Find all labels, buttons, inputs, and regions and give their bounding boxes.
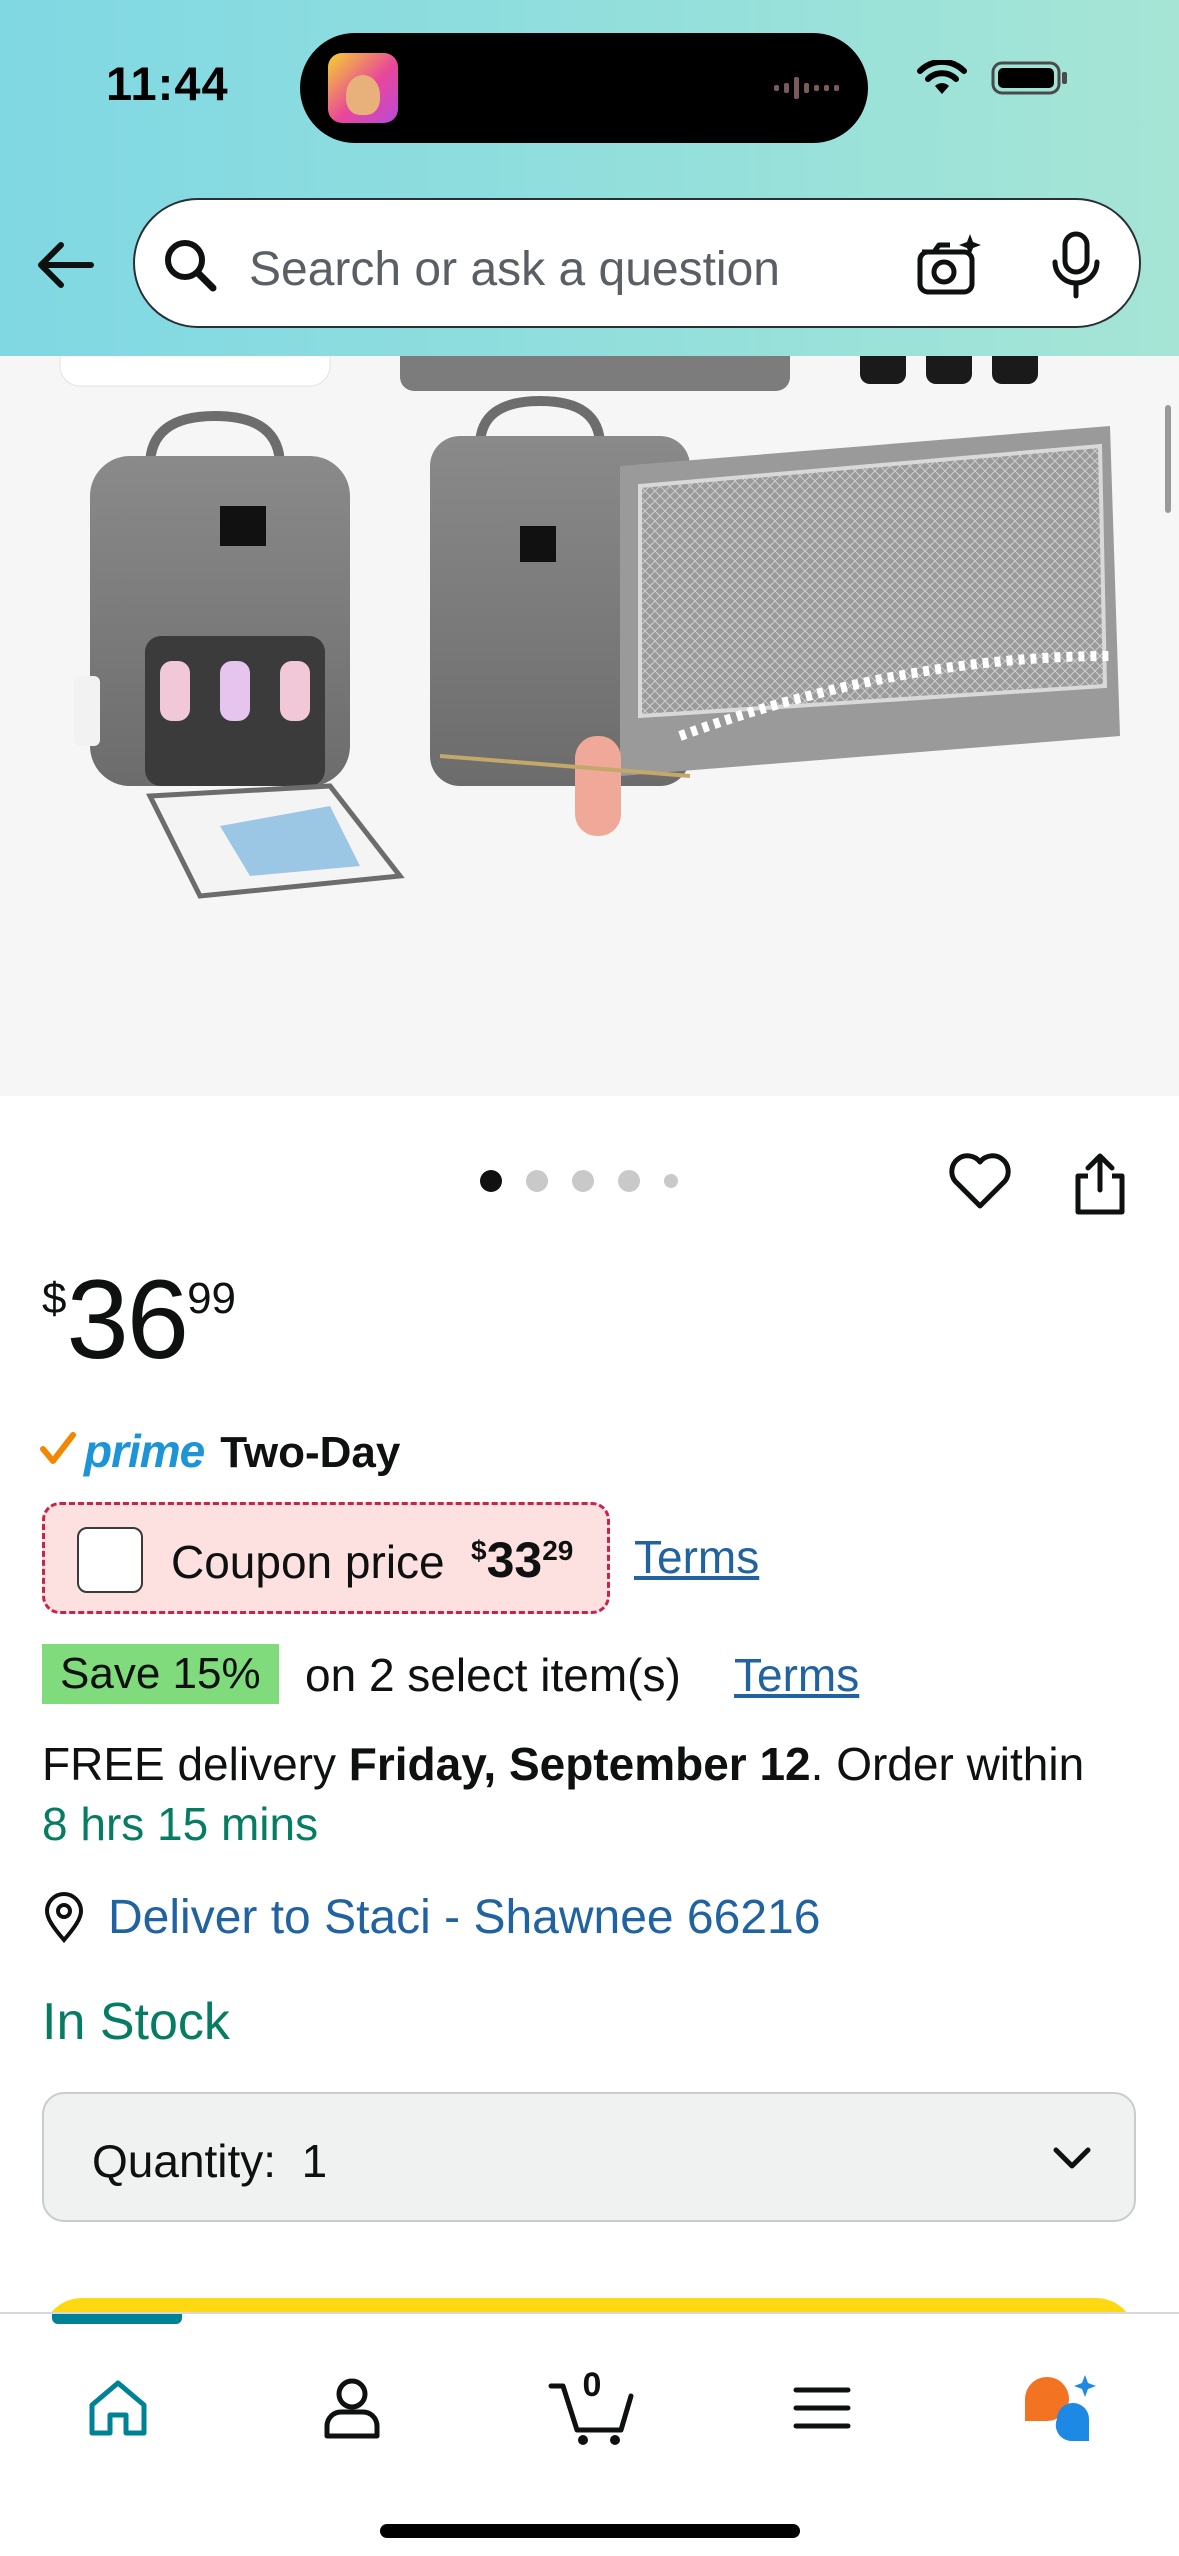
prime-badge: prime Two-Day [40, 1424, 400, 1478]
quantity-label-text: Quantity: [92, 2135, 277, 2187]
diaper-bag-illustration [59, 356, 1120, 899]
search-icon [165, 240, 217, 292]
home-icon [89, 2380, 147, 2436]
battery-icon [991, 61, 1067, 95]
chevron-down-icon [1053, 2147, 1091, 2169]
carousel-dot[interactable] [480, 1170, 502, 1192]
stock-status: In Stock [42, 1993, 230, 2051]
search-input[interactable]: Search or ask a question [249, 242, 780, 297]
coupon-price-fraction: 29 [542, 1535, 574, 1566]
save-badge: Save 15% [42, 1644, 279, 1704]
scroll-indicator[interactable] [1165, 405, 1171, 513]
status-icons [917, 60, 1069, 96]
delivery-countdown: 8 hrs 15 mins [42, 1798, 319, 1850]
audio-waveform-icon [774, 77, 839, 99]
share-button[interactable] [1072, 1150, 1128, 1221]
location-pin-icon [44, 1891, 84, 1943]
delivery-info: FREE delivery Friday, September 12. Orde… [42, 1734, 1152, 1854]
prime-check-icon [40, 1432, 76, 1464]
back-button[interactable] [34, 234, 96, 296]
tab-menu[interactable] [772, 2358, 872, 2458]
add-to-list-button[interactable] [946, 1150, 1014, 1217]
share-icon [1075, 1153, 1125, 1215]
deliver-to-row[interactable]: Deliver to Staci - Shawnee 66216 [42, 1890, 820, 1945]
tab-rufus[interactable] [1010, 2358, 1110, 2458]
search-bar[interactable]: Search or ask a question [133, 198, 1141, 328]
save-terms-link[interactable]: Terms [734, 1648, 859, 1702]
bottom-tab-bar: 0 [0, 2312, 1179, 2556]
home-indicator [380, 2524, 800, 2538]
delivery-date: Friday, September 12 [348, 1738, 811, 1790]
now-playing-artwork [328, 53, 398, 123]
price-symbol: $ [42, 1274, 67, 1323]
carousel-dot[interactable] [664, 1174, 678, 1188]
product-image[interactable] [0, 356, 1179, 1096]
active-tab-indicator [52, 2314, 182, 2324]
cart-count: 0 [582, 2366, 602, 2404]
wifi-icon [917, 60, 967, 94]
coupon-checkbox[interactable] [77, 1527, 143, 1593]
coupon-price-whole: 33 [486, 1532, 543, 1588]
tab-account[interactable] [302, 2358, 402, 2458]
person-icon [324, 2378, 380, 2439]
carousel-dots[interactable] [480, 1170, 678, 1192]
coupon-terms-link[interactable]: Terms [634, 1530, 759, 1584]
carousel-dot[interactable] [526, 1170, 548, 1192]
heart-icon [949, 1153, 1011, 1209]
quantity-value: 1 [301, 2135, 328, 2187]
coupon-price-symbol: $ [471, 1535, 487, 1566]
menu-icon [793, 2387, 851, 2429]
price-fraction: 99 [187, 1274, 237, 1323]
tab-cart[interactable]: 0 [537, 2358, 647, 2458]
dynamic-island[interactable] [300, 33, 868, 143]
coupon-price: $ 33 29 [471, 1531, 573, 1589]
prime-label: prime [84, 1425, 205, 1477]
product-price: $ 36 99 [42, 1262, 236, 1378]
status-time: 11:44 [106, 57, 229, 110]
carousel-dot[interactable] [618, 1170, 640, 1192]
carousel-dot[interactable] [572, 1170, 594, 1192]
price-whole: 36 [66, 1257, 189, 1382]
delivery-prefix: FREE delivery [42, 1738, 349, 1790]
quantity-label: Quantity: 1 [92, 2134, 327, 2188]
coupon-label: Coupon price [171, 1536, 445, 1588]
deliver-to-link[interactable]: Deliver to Staci - Shawnee 66216 [108, 1890, 820, 1945]
prime-delivery-label: Two-Day [220, 1428, 401, 1477]
save-text: on 2 select item(s) [305, 1649, 681, 1701]
quantity-select[interactable]: Quantity: 1 [42, 2092, 1136, 2222]
microphone-icon[interactable] [1048, 230, 1104, 300]
delivery-suffix: . Order within [810, 1738, 1085, 1790]
tab-home[interactable] [68, 2358, 168, 2458]
app-header: 11:44 Search or ask a question [0, 0, 1179, 356]
coupon-box[interactable]: Coupon price $ 33 29 [42, 1502, 610, 1614]
rufus-chat-icon [1025, 2375, 1096, 2442]
camera-search-icon[interactable] [912, 230, 982, 300]
back-arrow-icon [38, 242, 94, 288]
